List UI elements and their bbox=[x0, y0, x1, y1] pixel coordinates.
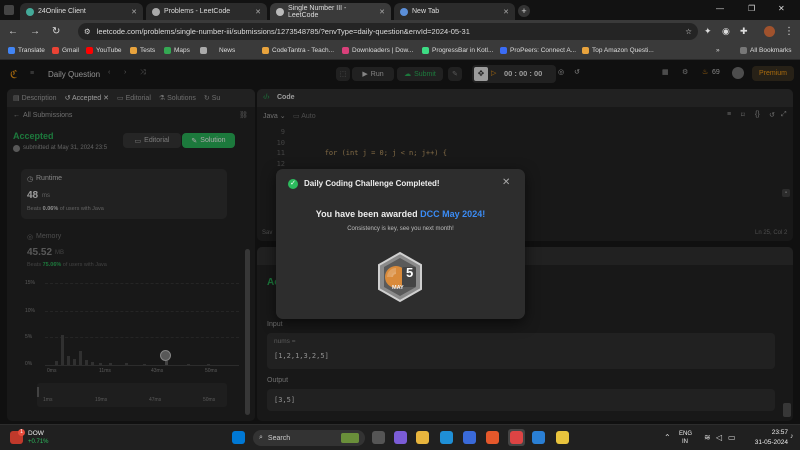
browser-tab-strip: 24Online Client ✕ Problems - LeetCode ✕ … bbox=[0, 0, 800, 20]
favicon-icon bbox=[152, 7, 160, 16]
bookmark-translate[interactable]: Translate bbox=[8, 47, 45, 54]
tray-chevron-icon[interactable]: ⌃ bbox=[664, 433, 671, 442]
back-icon[interactable]: ← bbox=[8, 26, 18, 37]
more-bookmarks-icon[interactable]: » bbox=[716, 47, 720, 54]
browser-tab-24online[interactable]: 24Online Client ✕ bbox=[20, 3, 143, 20]
puzzle-icon[interactable]: ✚ bbox=[740, 26, 748, 37]
chrome-icon bbox=[510, 431, 523, 444]
tab-label: Single Number III - LeetCode bbox=[288, 4, 347, 19]
bookmark-maps[interactable]: Maps bbox=[164, 47, 190, 54]
maps-icon bbox=[164, 47, 171, 54]
bookmarks-bar: Translate Gmail YouTube Tests Maps News … bbox=[0, 44, 800, 60]
modal-title: Daily Coding Challenge Completed! bbox=[304, 179, 440, 188]
badge-number: 5 bbox=[406, 265, 414, 280]
bookmark-codetantra[interactable]: CodeTantra - Teach... bbox=[262, 47, 334, 54]
search-icon: ⌕ bbox=[259, 434, 263, 441]
globe-icon bbox=[200, 47, 207, 54]
check-circle-icon: ✓ bbox=[288, 179, 298, 189]
extension-icon[interactable]: ✦ bbox=[704, 26, 712, 37]
edge-icon[interactable] bbox=[440, 431, 453, 444]
windows-start-icon[interactable] bbox=[232, 431, 245, 444]
menu-icon[interactable]: ⋮ bbox=[784, 26, 794, 37]
notification-badge: 1 bbox=[18, 429, 25, 436]
close-icon[interactable]: ✕ bbox=[379, 8, 385, 16]
maximize-icon[interactable]: ❐ bbox=[748, 4, 755, 13]
favicon-icon bbox=[26, 7, 34, 16]
dow-change: +0.71% bbox=[28, 439, 49, 445]
folder-icon bbox=[740, 47, 747, 54]
bookmark-youtube[interactable]: YouTube bbox=[86, 47, 122, 54]
favicon-icon bbox=[276, 7, 284, 16]
wifi-icon[interactable]: ≋ bbox=[704, 433, 711, 442]
downloaders-icon bbox=[342, 47, 349, 54]
dow-label[interactable]: DOW bbox=[28, 430, 44, 437]
bookmark-propeers[interactable]: ProPeers: Connect A... bbox=[500, 47, 576, 54]
profile-icon[interactable]: ◉ bbox=[722, 26, 730, 37]
lang-line1[interactable]: ENG bbox=[679, 431, 692, 437]
bookmark-gmail[interactable]: Gmail bbox=[52, 47, 79, 54]
translate-icon bbox=[8, 47, 15, 54]
all-bookmarks[interactable]: All Bookmarks bbox=[740, 47, 792, 54]
forward-icon[interactable]: → bbox=[30, 26, 40, 37]
task-view-icon[interactable] bbox=[372, 431, 385, 444]
close-window-icon[interactable]: ✕ bbox=[778, 4, 785, 13]
bookmark-tests[interactable]: Tests bbox=[130, 47, 155, 54]
tab-label: 24Online Client bbox=[38, 8, 86, 15]
close-icon[interactable]: ✕ bbox=[255, 8, 261, 16]
modal-subtitle: Consistency is key, see you next month! bbox=[347, 226, 454, 232]
badge-month: MAY bbox=[392, 285, 404, 291]
taskbar-search[interactable]: ⌕ Search bbox=[253, 430, 365, 446]
gmail-icon bbox=[52, 47, 59, 54]
youtube-icon bbox=[86, 47, 93, 54]
windows-taskbar: 1 DOW +0.71% ⌕ Search ⌃ ENG IN ≋ ◁ ▭ 23:5… bbox=[0, 424, 800, 450]
reload-icon[interactable]: ↻ bbox=[52, 26, 60, 37]
new-tab-button[interactable]: + bbox=[518, 5, 530, 17]
clock-date: 31-05-2024 bbox=[754, 439, 788, 446]
bookmark-downloaders[interactable]: Downloaders | Dow... bbox=[342, 47, 413, 54]
star-icon[interactable]: ☆ bbox=[685, 27, 692, 36]
url-input[interactable]: ⚙ leetcode.com/problems/single-number-ii… bbox=[78, 23, 698, 40]
teams-icon[interactable] bbox=[394, 431, 407, 444]
android-icon bbox=[422, 47, 429, 54]
close-icon[interactable]: ✕ bbox=[131, 8, 137, 16]
store-icon[interactable] bbox=[463, 431, 476, 444]
close-icon[interactable]: ✕ bbox=[503, 8, 509, 16]
award-name: DCC May 2024! bbox=[420, 209, 486, 219]
battery-icon[interactable]: ▭ bbox=[728, 433, 736, 442]
address-bar-row: ← → ↻ ⚙ leetcode.com/problems/single-num… bbox=[0, 20, 800, 44]
tests-icon bbox=[130, 47, 137, 54]
browser-tab-problems[interactable]: Problems - LeetCode ✕ bbox=[146, 3, 267, 20]
search-highlight-icon bbox=[341, 433, 359, 443]
propeers-icon bbox=[500, 47, 507, 54]
modal-close-icon[interactable]: ✕ bbox=[502, 177, 510, 188]
codetantra-icon bbox=[262, 47, 269, 54]
url-text: leetcode.com/problems/single-number-iii/… bbox=[96, 27, 470, 36]
tab-search-icon[interactable] bbox=[4, 5, 14, 15]
browser-tab-single-number[interactable]: Single Number III - LeetCode ✕ bbox=[270, 3, 391, 20]
bookmark-amazon[interactable]: Top Amazon Questi... bbox=[582, 47, 654, 54]
file-explorer-icon[interactable] bbox=[416, 431, 429, 444]
site-info-icon[interactable]: ⚙ bbox=[84, 27, 91, 36]
bookmark-news[interactable]: News bbox=[200, 47, 235, 54]
favicon-icon bbox=[400, 7, 408, 16]
tab-label: New Tab bbox=[412, 8, 440, 15]
vscode-icon[interactable] bbox=[532, 431, 545, 444]
sticky-notes-icon[interactable] bbox=[556, 431, 569, 444]
bookmark-progressbar[interactable]: ProgressBar in Kotl... bbox=[422, 47, 493, 54]
firefox-icon[interactable] bbox=[486, 431, 499, 444]
clock-time[interactable]: 23:57 bbox=[748, 429, 788, 436]
volume-icon[interactable]: ◁ bbox=[716, 433, 722, 442]
avatar[interactable] bbox=[764, 26, 775, 37]
minimize-icon[interactable]: — bbox=[716, 4, 724, 13]
amazon-icon bbox=[582, 47, 589, 54]
lang-line2: IN bbox=[682, 439, 688, 445]
dcc-award-modal: ✓ Daily Coding Challenge Completed! ✕ Yo… bbox=[276, 169, 525, 319]
browser-tab-newtab[interactable]: New Tab ✕ bbox=[394, 3, 515, 20]
dcc-badge-icon bbox=[378, 251, 422, 303]
notification-bell-icon[interactable]: ♪ bbox=[790, 433, 794, 440]
modal-awarded: You have been awarded DCC May 2024! bbox=[315, 209, 486, 219]
tab-label: Problems - LeetCode bbox=[164, 8, 231, 15]
